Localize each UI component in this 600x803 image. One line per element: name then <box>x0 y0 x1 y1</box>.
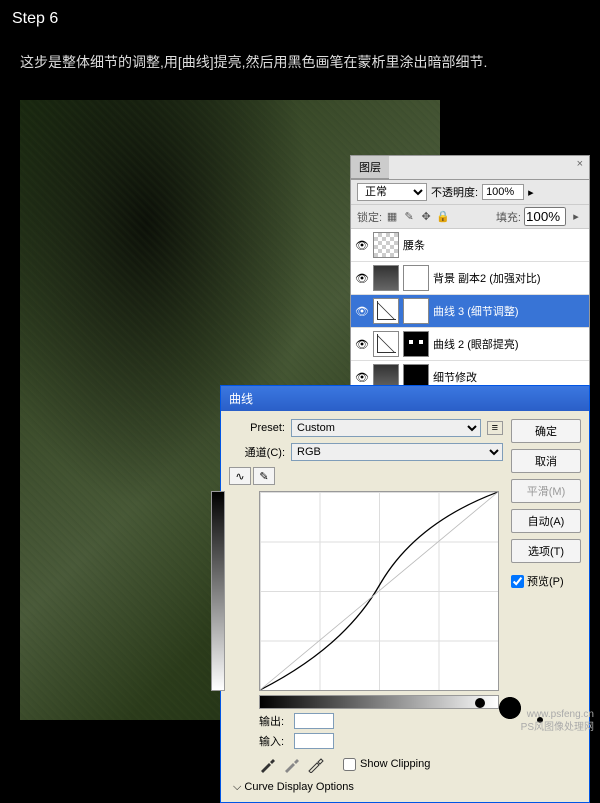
layer-thumb-curves <box>373 298 399 324</box>
ok-button[interactable]: 确定 <box>511 419 581 443</box>
layer-mask <box>403 298 429 324</box>
layer-name: 曲线 2 (眼部提亮) <box>433 336 585 352</box>
visibility-icon[interactable]: 👁 <box>355 305 369 318</box>
watermark: www.psfeng.cn PS风图像处理网 <box>521 708 594 734</box>
dialog-title: 曲线 <box>221 386 589 411</box>
layer-name: 细节修改 <box>433 369 585 385</box>
preset-menu-icon[interactable]: ≡ <box>487 421 503 435</box>
show-clipping-checkbox[interactable]: Show Clipping <box>343 758 430 771</box>
channel-select[interactable]: RGB <box>291 443 503 461</box>
layer-list: 👁 腰条 👁 背景 副本2 (加强对比) 👁 曲线 3 (细节调整) 👁 曲线 … <box>351 229 589 394</box>
blend-mode-select[interactable]: 正常 <box>357 183 427 201</box>
expand-icon: ⌵ <box>233 781 241 793</box>
chevron-down-icon[interactable]: ▸ <box>528 186 534 199</box>
visibility-icon[interactable]: 👁 <box>355 371 369 384</box>
curve-tool-icon[interactable]: ∿ <box>229 467 251 485</box>
visibility-icon[interactable]: 👁 <box>355 338 369 351</box>
layer-thumb <box>373 232 399 258</box>
input-label: 输入: <box>259 733 284 749</box>
step-label: Step 6 <box>12 10 58 27</box>
step-header: Step 6 <box>0 0 600 38</box>
panel-menu-icon[interactable]: × <box>571 156 589 172</box>
smooth-button[interactable]: 平滑(M) <box>511 479 581 503</box>
channel-label: 通道(C): <box>229 444 285 460</box>
visibility-icon[interactable]: 👁 <box>355 239 369 252</box>
input-input[interactable] <box>294 733 334 749</box>
cancel-button[interactable]: 取消 <box>511 449 581 473</box>
lock-move-icon[interactable]: ✥ <box>419 210 433 224</box>
output-input[interactable] <box>294 713 334 729</box>
visibility-icon[interactable]: 👁 <box>355 272 369 285</box>
layer-mask <box>403 265 429 291</box>
curve-graph[interactable] <box>259 491 499 691</box>
opacity-label: 不透明度: <box>431 184 478 200</box>
preset-label: Preset: <box>229 422 285 434</box>
layer-thumb <box>373 265 399 291</box>
eyedropper-gray-icon[interactable] <box>283 755 301 773</box>
layer-mask <box>403 331 429 357</box>
preview-checkbox[interactable]: 预览(P) <box>511 573 581 589</box>
eyedropper-black-icon[interactable] <box>259 755 277 773</box>
layer-item[interactable]: 👁 背景 副本2 (加强对比) <box>351 262 589 295</box>
output-label: 输出: <box>259 713 284 729</box>
layer-item[interactable]: 👁 曲线 3 (细节调整) <box>351 295 589 328</box>
curve-line <box>260 492 498 690</box>
step-description: 这步是整体细节的调整,用[曲线]提亮,然后用黑色画笔在蒙析里涂出暗部细节. <box>0 38 600 83</box>
chevron-down-icon[interactable]: ▸ <box>569 210 583 224</box>
opacity-input[interactable] <box>482 184 524 200</box>
layer-thumb-curves <box>373 331 399 357</box>
lock-all-icon[interactable]: 🔒 <box>436 210 450 224</box>
preset-select[interactable]: Custom <box>291 419 481 437</box>
pencil-tool-icon[interactable]: ✎ <box>253 467 275 485</box>
layer-name: 腰条 <box>403 237 585 253</box>
layers-tab[interactable]: 图层 <box>351 156 389 179</box>
layers-panel: 图层 × 正常 不透明度: ▸ 锁定: ▦ ✎ ✥ 🔒 填充: ▸ 👁 腰条 👁… <box>350 155 590 395</box>
layer-item[interactable]: 👁 曲线 2 (眼部提亮) <box>351 328 589 361</box>
fill-label: 填充: <box>496 210 521 224</box>
layer-item[interactable]: 👁 腰条 <box>351 229 589 262</box>
layer-name: 曲线 3 (细节调整) <box>433 303 585 319</box>
layer-name: 背景 副本2 (加强对比) <box>433 270 585 286</box>
curves-dialog: 曲线 Preset: Custom ≡ 通道(C): RGB ∿ ✎ <box>220 385 590 803</box>
output-gradient <box>211 491 225 691</box>
fill-input[interactable] <box>524 207 566 226</box>
lock-transparent-icon[interactable]: ▦ <box>385 210 399 224</box>
options-button[interactable]: 选项(T) <box>511 539 581 563</box>
lock-brush-icon[interactable]: ✎ <box>402 210 416 224</box>
input-gradient <box>259 695 499 709</box>
auto-button[interactable]: 自动(A) <box>511 509 581 533</box>
lock-label: 锁定: <box>357 210 382 224</box>
display-options-toggle[interactable]: ⌵ Curve Display Options <box>229 781 503 794</box>
eyedropper-white-icon[interactable] <box>307 755 325 773</box>
